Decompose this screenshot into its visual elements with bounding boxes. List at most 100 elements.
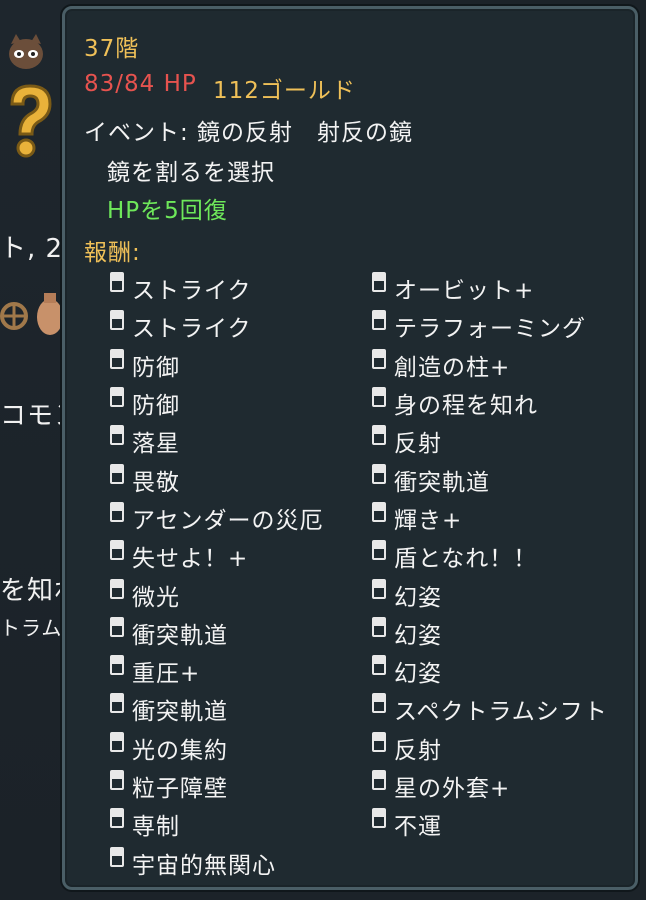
- card-icon: [372, 808, 386, 829]
- reward-item: 落星: [110, 422, 370, 460]
- reward-item: 防御: [110, 346, 370, 384]
- reward-item: 創造の柱+: [372, 346, 632, 384]
- card-icon: [372, 348, 386, 369]
- event-effect: HPを5回復: [107, 198, 228, 224]
- card-icon: [110, 731, 124, 752]
- question-icon[interactable]: [0, 82, 60, 162]
- card-icon: [372, 655, 386, 676]
- reward-item: 粒子障壁: [110, 767, 370, 805]
- reward-label: 失せよ！+: [132, 546, 249, 573]
- game-screen: ト, 2 コモン を知れ トラムシ 37階 83/84 HP 112ゴールド イ…: [0, 0, 646, 900]
- reward-label: ストライク: [132, 316, 252, 343]
- reward-label: 星の外套+: [394, 776, 511, 802]
- reward-item: 宇宙的無関心: [110, 843, 370, 881]
- card-icon: [110, 348, 124, 369]
- mask-icon[interactable]: [4, 30, 48, 74]
- reward-label: 不運: [394, 814, 442, 841]
- reward-item: オービット+: [372, 269, 632, 307]
- reward-item: 幻姿: [372, 614, 632, 652]
- card-icon: [372, 425, 386, 446]
- reward-item: 失せよ！+: [110, 537, 370, 575]
- reward-label: 幻姿: [394, 622, 442, 649]
- reward-label: 落星: [132, 431, 180, 458]
- reward-item: 身の程を知れ: [372, 384, 632, 422]
- reward-item: 衝突軌道: [110, 690, 370, 728]
- reward-label: 衝突軌道: [132, 699, 228, 726]
- reward-label: ストライク: [132, 278, 252, 305]
- rewards-column-right: オービット+ テラフォーミング 創造の柱+ 身の程を知れ 反射 衝突軌道 輝き+…: [372, 269, 632, 843]
- pouch-icon[interactable]: [36, 285, 64, 337]
- card-icon: [372, 578, 386, 599]
- reward-label: 反射: [394, 431, 442, 458]
- event-choice: 鏡を割るを選択: [107, 160, 275, 186]
- reward-label: テラフォーミング: [394, 316, 586, 343]
- reward-item: 重圧+: [110, 652, 370, 690]
- reward-label: 防御: [132, 354, 180, 381]
- card-icon: [110, 808, 124, 829]
- card-icon: [372, 540, 386, 561]
- reward-label: 盾となれ！！: [394, 546, 538, 573]
- event-title: イベント: 鏡の反射 射反の鏡: [84, 120, 414, 146]
- card-icon: [110, 846, 124, 867]
- reward-label: 反射: [394, 737, 442, 764]
- card-icon: [110, 655, 124, 676]
- reward-item: 防御: [110, 384, 370, 422]
- card-icon: [110, 272, 124, 293]
- card-icon: [372, 501, 386, 522]
- event-tooltip-panel: 37階 83/84 HP 112ゴールド イベント: 鏡の反射 射反の鏡 鏡を割…: [62, 6, 638, 890]
- card-icon: [110, 540, 124, 561]
- reward-item: 幻姿: [372, 652, 632, 690]
- reward-item: 微光: [110, 575, 370, 613]
- reward-label: 輝き+: [394, 507, 463, 534]
- reward-label: 幻姿: [394, 661, 442, 688]
- reward-item: 星の外套+: [372, 767, 632, 805]
- reward-label: 創造の柱+: [394, 354, 511, 381]
- reward-item: 光の集約: [110, 729, 370, 767]
- reward-label: 衝突軌道: [394, 469, 490, 496]
- card-icon: [110, 770, 124, 790]
- reward-item: 反射: [372, 422, 632, 460]
- card-icon: [372, 616, 386, 637]
- card-icon: [110, 425, 124, 446]
- card-icon: [110, 463, 124, 484]
- reward-item: 反射: [372, 729, 632, 767]
- reward-item: 衝突軌道: [372, 460, 632, 498]
- reward-label: 畏敬: [132, 469, 180, 496]
- card-icon: [372, 693, 386, 714]
- card-icon: [110, 578, 124, 599]
- hp-label: 83/84 HP: [84, 71, 197, 97]
- card-icon: [110, 310, 124, 331]
- reward-label: 宇宙的無関心: [132, 852, 276, 879]
- rewards-label: 報酬:: [84, 240, 141, 266]
- reward-label: 幻姿: [394, 584, 442, 611]
- reward-item: 不運: [372, 805, 632, 843]
- card-icon: [110, 616, 124, 637]
- card-icon: [110, 693, 124, 714]
- reward-item: 輝き+: [372, 499, 632, 537]
- card-icon: [372, 463, 386, 484]
- background-text-1: ト, 2: [0, 234, 64, 264]
- card-icon: [372, 272, 386, 293]
- reward-label: 衝突軌道: [132, 622, 228, 649]
- card-icon: [110, 387, 124, 408]
- reward-label: 身の程を知れ: [394, 393, 538, 420]
- reward-label: 粒子障壁: [132, 776, 228, 802]
- floor-label: 37階: [84, 36, 140, 62]
- card-icon: [372, 770, 386, 790]
- reward-label: オービット+: [394, 278, 535, 305]
- card-icon: [372, 310, 386, 331]
- reward-label: 専制: [132, 814, 180, 841]
- reward-item: 畏敬: [110, 460, 370, 498]
- card-icon: [110, 501, 124, 522]
- reward-item: ストライク: [110, 269, 370, 307]
- reward-label: 防御: [132, 393, 180, 420]
- wheel-icon[interactable]: [0, 295, 32, 337]
- gold-label: 112ゴールド: [213, 78, 356, 104]
- card-icon: [372, 387, 386, 408]
- reward-label: スペクトラムシフト: [394, 699, 608, 726]
- reward-item: スペクトラムシフト: [372, 690, 632, 728]
- reward-item: 幻姿: [372, 575, 632, 613]
- reward-item: 盾となれ！！: [372, 537, 632, 575]
- reward-item: 衝突軌道: [110, 614, 370, 652]
- card-icon: [372, 731, 386, 752]
